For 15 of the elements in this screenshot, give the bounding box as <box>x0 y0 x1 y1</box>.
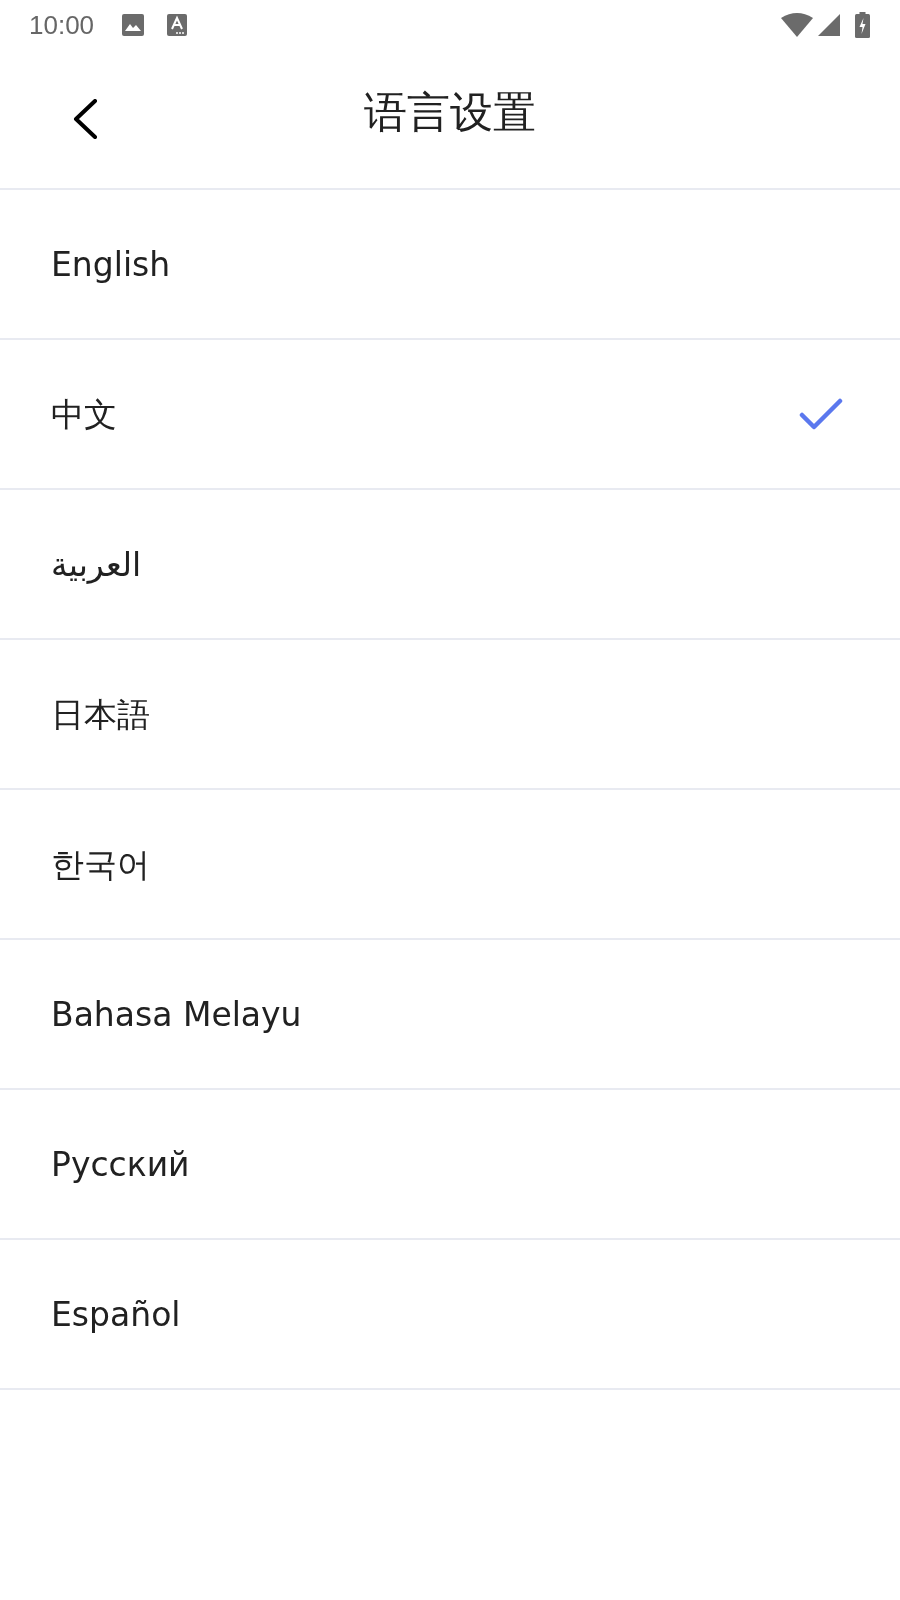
language-label: 日本語 <box>51 697 150 731</box>
battery-charging-icon <box>855 12 870 38</box>
font-icon <box>167 14 188 36</box>
page-title: 语言设置 <box>364 90 536 134</box>
signal-icon <box>818 14 840 36</box>
language-label: Русский <box>51 1147 190 1181</box>
language-label: English <box>51 247 171 281</box>
back-icon <box>72 99 98 139</box>
wifi-icon <box>781 13 813 37</box>
language-label: 中文 <box>51 397 117 431</box>
language-label: Bahasa Melayu <box>51 997 302 1031</box>
language-label: 한국어 <box>51 847 150 881</box>
image-icon <box>122 14 145 36</box>
language-label: Español <box>51 1297 181 1331</box>
status-time: 10:00 <box>29 12 95 38</box>
